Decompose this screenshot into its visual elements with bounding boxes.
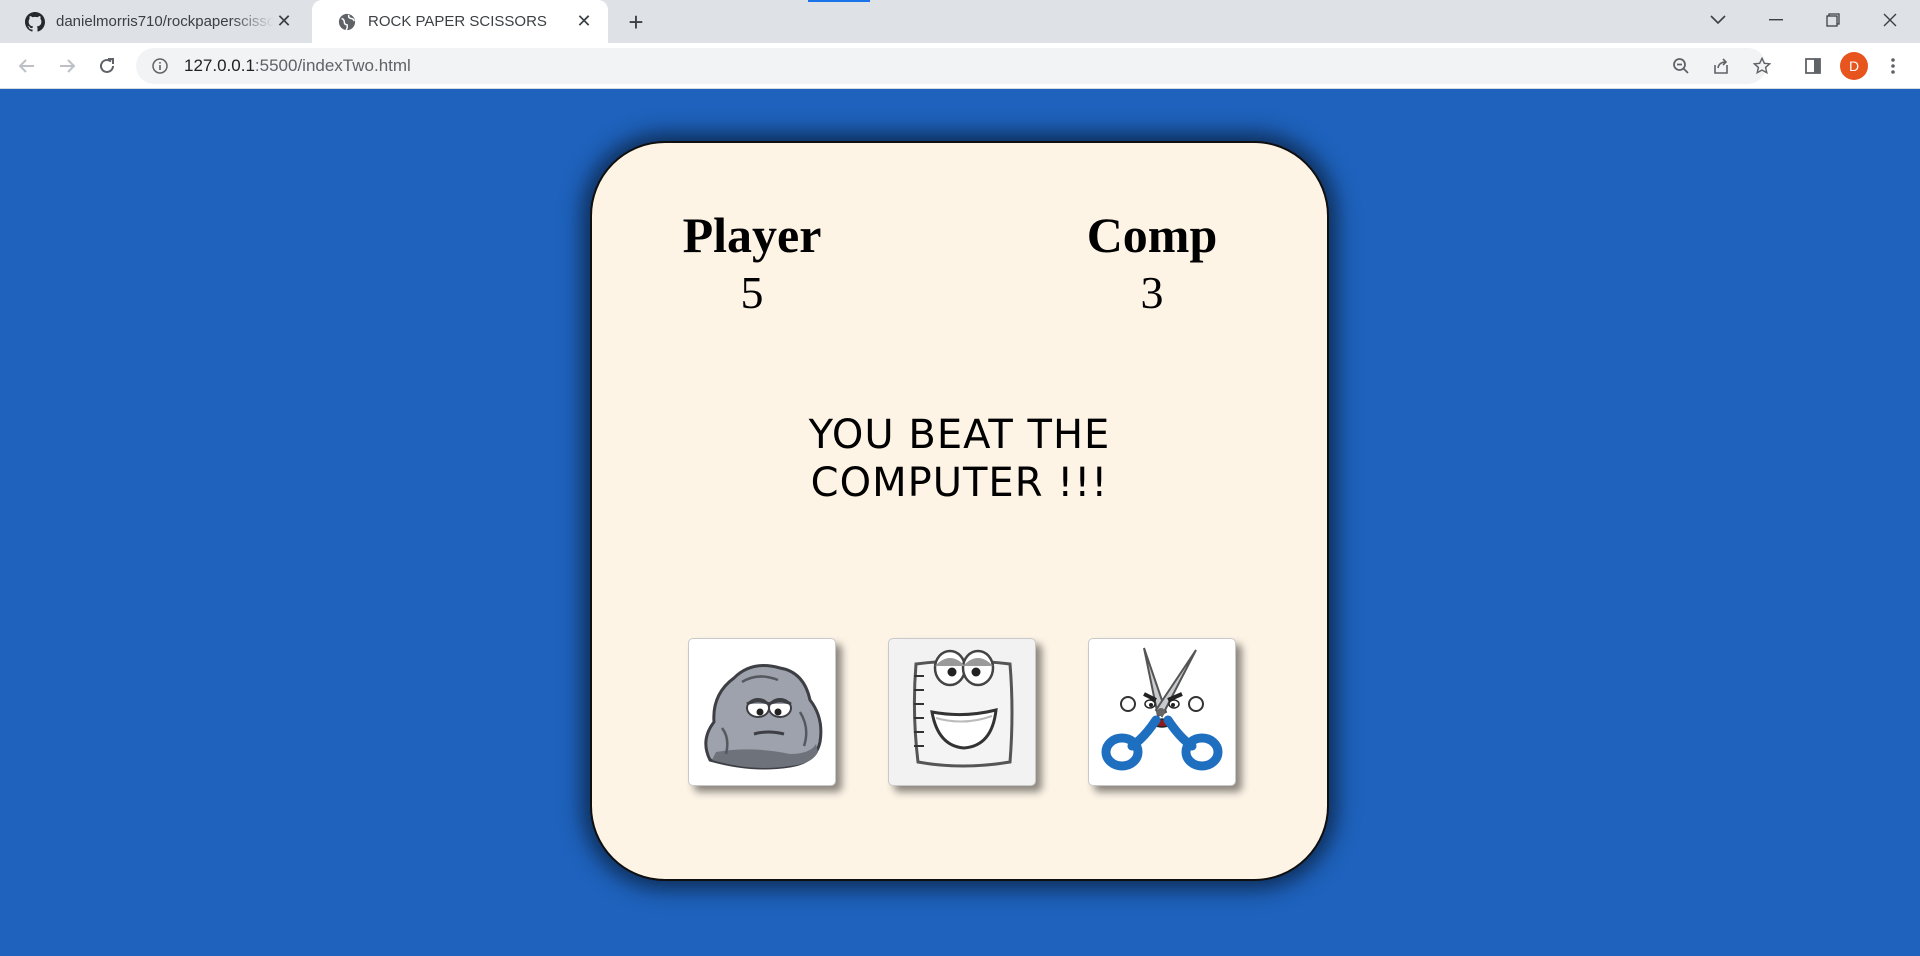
more-menu-icon[interactable] [1876, 49, 1910, 83]
url-text: 127.0.0.1:5500/indexTwo.html [184, 56, 411, 76]
url-path: :5500/indexTwo.html [254, 56, 411, 75]
scissors-button[interactable] [1088, 638, 1236, 786]
rock-icon [704, 664, 823, 770]
address-bar[interactable]: 127.0.0.1:5500/indexTwo.html [136, 48, 1766, 84]
side-panel-icon[interactable] [1796, 49, 1830, 83]
site-info-icon[interactable] [150, 56, 170, 76]
forward-icon[interactable] [50, 49, 84, 83]
comp-score: 3 [1140, 267, 1164, 318]
player-score-block: Player 5 [652, 207, 852, 323]
restore-icon[interactable] [1805, 0, 1861, 40]
share-icon[interactable] [1704, 49, 1738, 83]
minimize-icon[interactable] [1748, 0, 1804, 40]
bookmark-star-icon[interactable] [1745, 49, 1779, 83]
result-message: YOU BEAT THE COMPUTER !!! [808, 412, 1111, 506]
player-score: 5 [740, 267, 764, 318]
tab-rock-paper-scissors[interactable]: ROCK PAPER SCISSORS ✕ [312, 0, 608, 43]
loading-indicator [808, 0, 870, 2]
back-icon[interactable] [10, 49, 44, 83]
game-card: Player 5 Comp 3 YOU BEAT THE COMPUTER !!… [590, 141, 1329, 881]
player-label: Player [682, 207, 822, 263]
comp-score-block: Comp 3 [1052, 207, 1252, 323]
tab-title: ROCK PAPER SCISSORS [368, 13, 547, 30]
globe-icon [336, 11, 358, 33]
paper-button[interactable] [888, 638, 1036, 786]
new-tab-icon[interactable]: + [622, 7, 650, 37]
url-host: 127.0.0.1 [184, 56, 255, 75]
profile-avatar[interactable]: D [1840, 52, 1868, 80]
tab-search-icon[interactable] [1690, 0, 1746, 40]
close-tab-icon[interactable]: ✕ [574, 11, 594, 32]
rock-button[interactable] [688, 638, 836, 786]
tab-strip: danielmorris710/rockpaperscissors ✕ ROCK… [0, 0, 1920, 43]
tab-title: danielmorris710/rockpaperscissors [56, 13, 274, 30]
github-icon [24, 11, 46, 33]
close-tab-icon[interactable]: ✕ [274, 11, 294, 32]
tab-github[interactable]: danielmorris710/rockpaperscissors ✕ [0, 0, 308, 43]
reload-icon[interactable] [90, 49, 124, 83]
close-window-icon[interactable] [1862, 0, 1918, 40]
browser-toolbar: 127.0.0.1:5500/indexTwo.html D [0, 43, 1920, 89]
scissors-icon [1101, 647, 1223, 771]
paper-icon [912, 649, 1014, 768]
zoom-out-icon[interactable] [1664, 49, 1698, 83]
comp-label: Comp [1086, 207, 1218, 263]
